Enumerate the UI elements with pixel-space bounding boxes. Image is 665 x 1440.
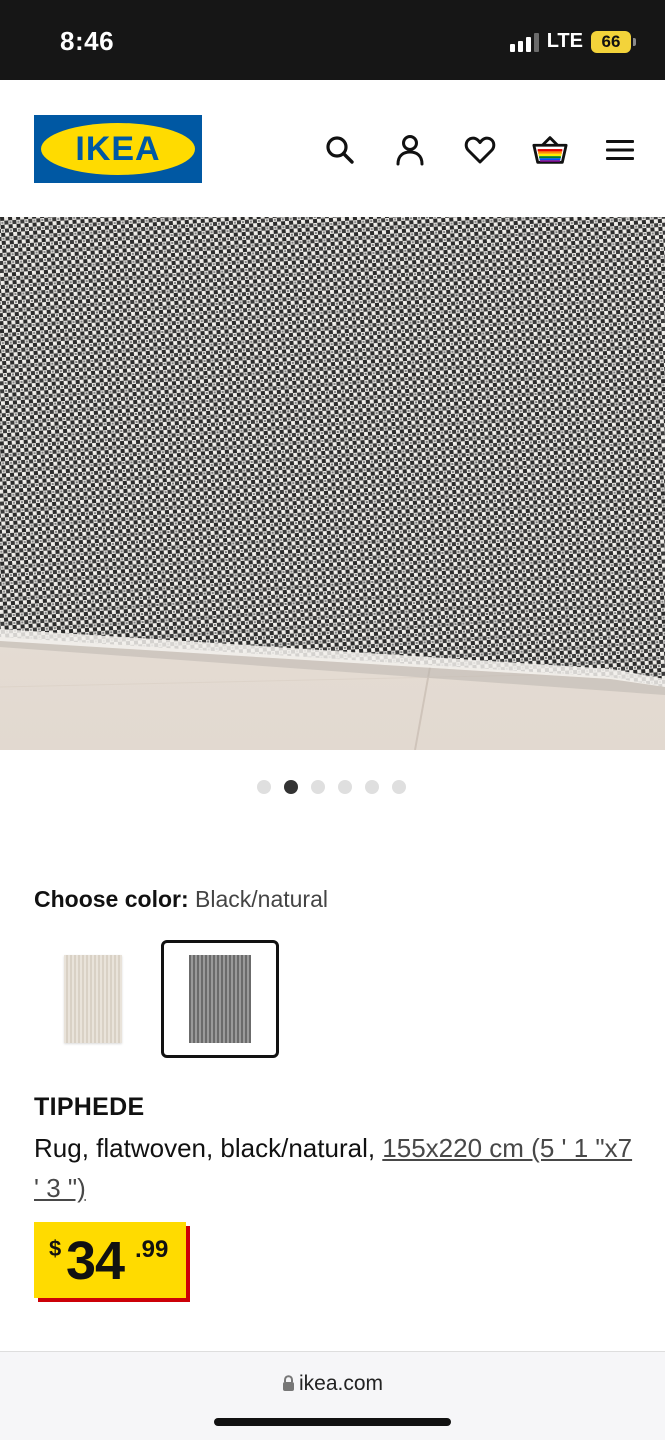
- browser-bar: ikea.com: [0, 1351, 665, 1440]
- status-bar: 8:46 LTE 66: [0, 0, 665, 80]
- product-image[interactable]: [0, 217, 665, 750]
- site-header: IKEA: [0, 80, 665, 217]
- battery-icon: 66: [591, 30, 636, 53]
- logo-text: IKEA: [75, 130, 161, 168]
- heart-icon[interactable]: [462, 132, 498, 168]
- header-nav: [322, 132, 638, 168]
- price-integer: 34: [66, 1231, 125, 1291]
- home-indicator: [214, 1418, 451, 1426]
- product-name: TIPHEDE: [34, 1093, 145, 1121]
- black-natural-swatch[interactable]: [161, 940, 279, 1058]
- price-currency: $: [49, 1236, 62, 1261]
- carousel-dot[interactable]: [338, 780, 352, 794]
- search-icon[interactable]: [322, 132, 358, 168]
- product-description: Rug, flatwoven, black/natural, 155x220 c…: [34, 1128, 644, 1208]
- swatch-image: [64, 955, 122, 1043]
- signal-icon: [509, 32, 539, 52]
- menu-icon[interactable]: [602, 132, 638, 168]
- product-desc-text: Rug, flatwoven, black/natural,: [34, 1133, 383, 1163]
- address-bar[interactable]: ikea.com: [0, 1372, 665, 1398]
- basket-icon[interactable]: [532, 132, 568, 168]
- carousel-dot[interactable]: [392, 780, 406, 794]
- ikea-logo[interactable]: IKEA: [34, 115, 202, 183]
- price-decimal: .99: [135, 1236, 169, 1263]
- price-tag: $ 34 .99: [34, 1222, 186, 1298]
- status-indicators: LTE 66: [509, 30, 636, 53]
- swatch-image: [189, 955, 251, 1043]
- carousel-dot[interactable]: [257, 780, 271, 794]
- color-label-title: Choose color:: [34, 886, 189, 912]
- carousel-dots: [257, 780, 406, 794]
- white-natural-swatch[interactable]: [34, 940, 152, 1058]
- carousel-dot-active[interactable]: [284, 780, 298, 794]
- carousel-dot[interactable]: [365, 780, 379, 794]
- network-type: LTE: [546, 30, 583, 52]
- profile-icon[interactable]: [392, 132, 428, 168]
- color-selected-value: Black/natural: [195, 886, 328, 912]
- carousel-dot[interactable]: [311, 780, 325, 794]
- url-text: ikea.com: [298, 1372, 384, 1395]
- status-time: 8:46: [60, 26, 115, 56]
- lock-icon: [282, 1374, 295, 1398]
- color-label: Choose color: Black/natural: [34, 886, 328, 913]
